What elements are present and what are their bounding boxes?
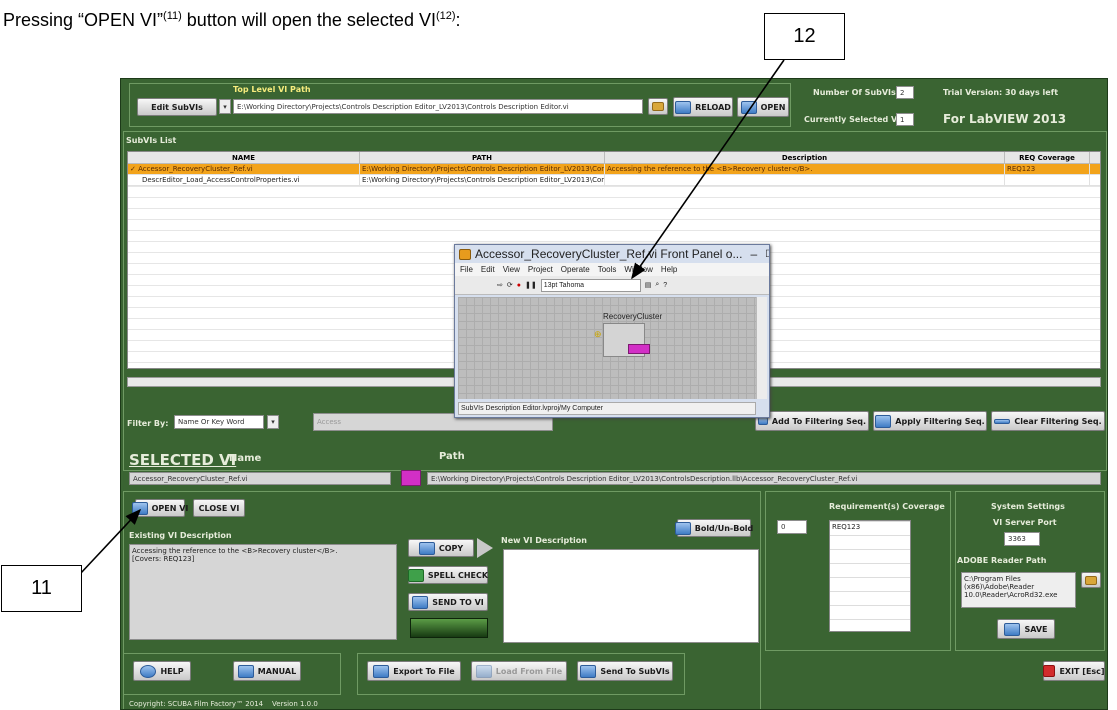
callout-11: 11 — [1, 565, 82, 612]
arrow-12 — [631, 59, 785, 280]
annotation-arrows — [79, 59, 785, 575]
callout-12: 12 — [764, 13, 845, 60]
arrow-11 — [79, 508, 142, 575]
